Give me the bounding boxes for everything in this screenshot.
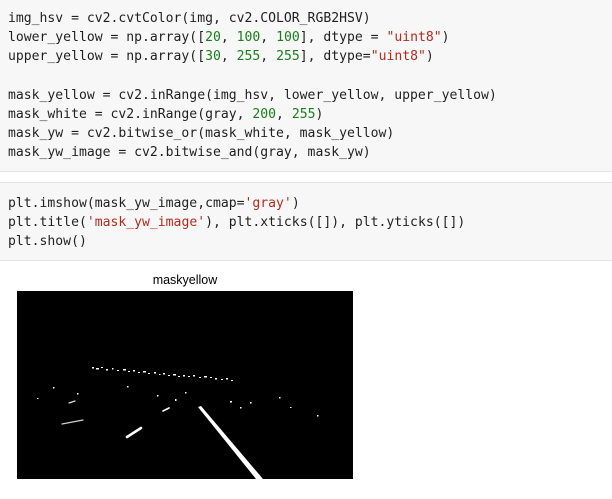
code-line: lower_yellow = np.array([20, 100, 100], … [8, 28, 497, 47]
code-text: upper_yellow = np.array([ [8, 49, 206, 65]
code-number: 200 [252, 106, 277, 122]
code-text: ) [291, 196, 300, 211]
code-text: , [260, 30, 277, 46]
code-text: img_hsv = cv2.cvtColor(img, cv2.COLOR_RG… [8, 11, 371, 26]
code-string: 'gray' [244, 196, 292, 211]
code-string: "uint8" [386, 30, 442, 46]
code-number: 255 [276, 49, 300, 65]
code-cell-1[interactable]: img_hsv = cv2.cvtColor(img, cv2.COLOR_RG… [0, 0, 612, 172]
code-text: ) [441, 30, 450, 46]
code-text: , [220, 49, 237, 65]
code-line: plt.show() [8, 232, 465, 251]
code-text: ) [425, 49, 434, 65]
code-text: , [260, 49, 277, 65]
code-text: mask_yellow = cv2.inRange(img_hsv, lower… [8, 87, 497, 103]
code-text: , [276, 106, 292, 122]
code-string: 'mask_yw_image' [86, 215, 206, 231]
code-text: mask_yw = cv2.bitwise_or(mask_white, mas… [8, 126, 395, 142]
code-string: "uint8" [370, 49, 426, 65]
code-text: lower_yellow = np.array([ [8, 30, 206, 46]
mask-image-output [17, 291, 353, 479]
code-editor-1[interactable]: img_hsv = cv2.cvtColor(img, cv2.COLOR_RG… [8, 9, 497, 163]
code-text: plt.imshow(mask_yw_image,cmap= [8, 196, 245, 211]
code-line: mask_white = cv2.inRange(gray, 200, 255) [8, 105, 497, 124]
code-text: mask_white = cv2.inRange(gray, [8, 106, 253, 122]
code-line: plt.imshow(mask_yw_image,cmap='gray') [8, 194, 465, 213]
code-text: mask_yw_image = cv2.bitwise_and(gray, ma… [8, 145, 371, 161]
code-text: ], dtype= [299, 49, 371, 65]
code-text: ) [315, 106, 324, 122]
code-line: mask_yw_image = cv2.bitwise_and(gray, ma… [8, 143, 497, 162]
code-line: img_hsv = cv2.cvtColor(img, cv2.COLOR_RG… [8, 9, 497, 28]
code-line: mask_yellow = cv2.inRange(img_hsv, lower… [8, 86, 497, 105]
code-text: , [220, 30, 237, 46]
code-text: plt.show() [8, 234, 87, 250]
code-number: 30 [205, 49, 221, 65]
code-number: 100 [276, 30, 300, 46]
code-cell-2[interactable]: plt.imshow(mask_yw_image,cmap='gray') plt… [0, 182, 612, 261]
code-text: plt.title( [8, 215, 87, 231]
code-number: 100 [236, 30, 261, 46]
code-number: 255 [291, 106, 316, 122]
code-line: mask_yw = cv2.bitwise_or(mask_white, mas… [8, 124, 497, 143]
code-number: 255 [236, 49, 261, 65]
figure-title: maskyellow [152, 273, 218, 287]
code-text: ], dtype = [299, 30, 387, 46]
code-line: plt.title('mask_yw_image'), plt.xticks([… [8, 213, 465, 232]
code-editor-2[interactable]: plt.imshow(mask_yw_image,cmap='gray') plt… [8, 194, 465, 252]
code-line: upper_yellow = np.array([30, 255, 255], … [8, 47, 497, 66]
code-number: 20 [205, 30, 221, 46]
code-text: ), plt.xticks([]), plt.yticks([]) [205, 215, 466, 231]
